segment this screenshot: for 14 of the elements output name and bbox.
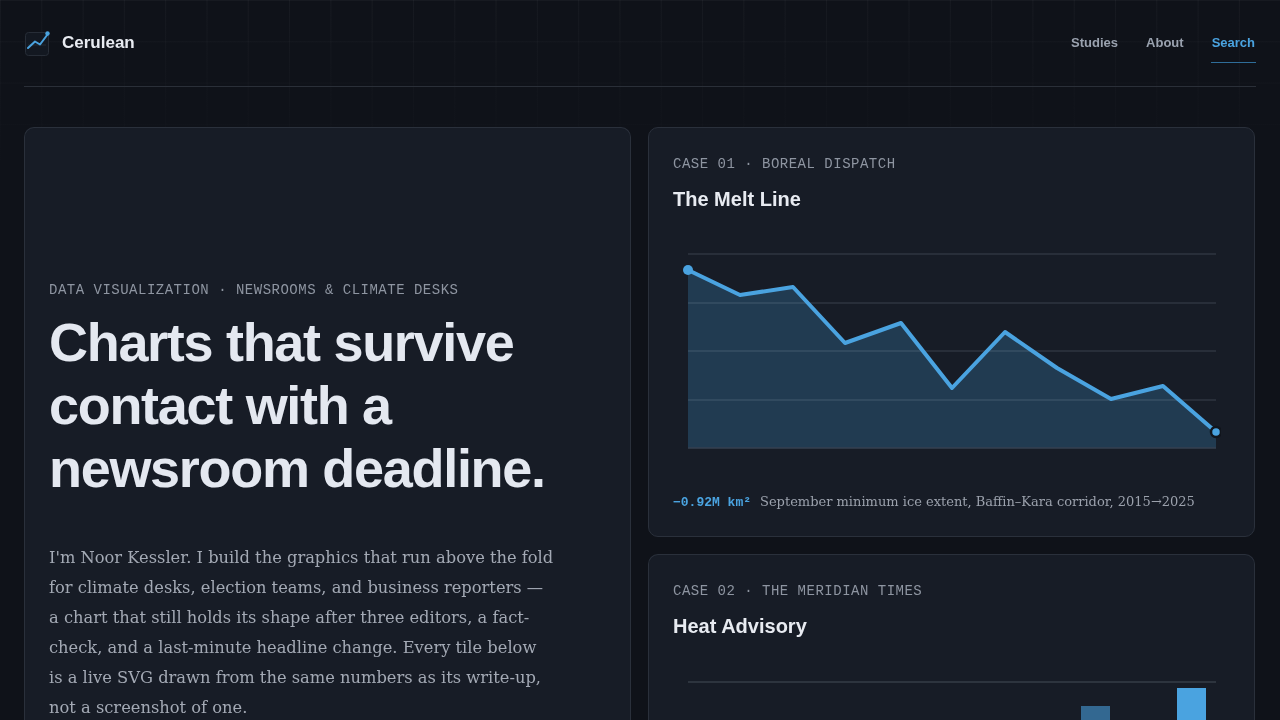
line-chart-icon: [25, 30, 50, 56]
case-label: CASE 02 · THE MERIDIAN TIMES: [673, 582, 924, 600]
case-title: Heat Advisory: [673, 614, 808, 639]
chart-caption: September minimum ice extent, Baffin–Kara corridor, 2015→2025: [760, 493, 1195, 511]
intro-paragraph: I'm Noor Kessler. I build the graphics that run above the fold for climate desks, election teams, and business reporters — a chart that still holds its shape after three editors, a fact-check, and a last-minute headline change. Every tile below is a live SVG drawn from the same numbers as its write-up, not a screenshot of one.: [49, 547, 554, 719]
case-title: The Melt Line: [673, 187, 802, 212]
stat-value: −0.92M km²: [673, 494, 751, 512]
nav-link[interactable]: About: [1145, 23, 1185, 63]
nav-link[interactable]: Search: [1210, 23, 1256, 63]
case-label: CASE 01 · BOREAL DISPATCH: [673, 155, 897, 173]
nav-link[interactable]: Studies: [1070, 23, 1120, 63]
brand-name: Cerulean: [62, 33, 135, 53]
eyebrow-text: DATA VISUALIZATION · NEWSROOMS & CLIMATE DESKS: [49, 281, 460, 299]
hero-heading: Charts that survive contact with a newsroom deadline.: [49, 311, 546, 500]
